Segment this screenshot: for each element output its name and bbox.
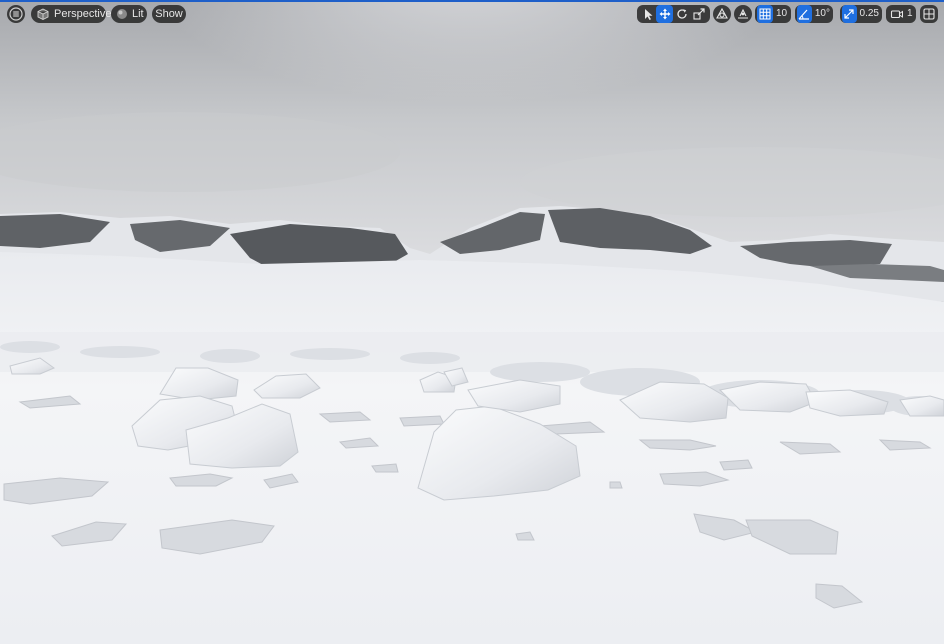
surface-snap-icon [736, 7, 750, 21]
translate-move-icon [658, 7, 672, 21]
rotate-icon [675, 7, 689, 21]
viewport-options-button[interactable] [7, 5, 25, 23]
scale-snap-toggle[interactable] [842, 5, 857, 23]
viewport-layout-button[interactable] [920, 5, 938, 23]
coordinate-space-toggle[interactable] [713, 5, 731, 23]
scale-tool-button[interactable] [690, 5, 707, 23]
hamburger-menu-icon [9, 7, 23, 21]
camera-speed-icon [890, 7, 904, 21]
viewport-toolbar: Perspective Lit Show 10 10° 0.25 1 [0, 5, 944, 25]
select-cursor-icon [641, 7, 655, 21]
transform-tools-group [637, 5, 710, 23]
rotation-snap-control[interactable]: 10° [795, 5, 833, 23]
grid-snap-control[interactable]: 10 [755, 5, 791, 23]
viewport-layout-icon [922, 7, 936, 21]
camera-speed-value: 1 [907, 8, 913, 19]
level-viewport[interactable]: Perspective Lit Show 10 10° 0.25 1 [0, 0, 944, 644]
scale-icon [692, 7, 706, 21]
rotate-tool-button[interactable] [673, 5, 690, 23]
scale-snap-icon [842, 7, 856, 21]
world-space-icon [715, 7, 729, 21]
surface-snapping-toggle[interactable] [734, 5, 752, 23]
lit-sphere-icon [115, 7, 129, 21]
view-mode-dropdown[interactable]: Perspective [31, 5, 111, 23]
show-flags-dropdown[interactable]: Show [152, 5, 186, 23]
rotation-snap-toggle[interactable] [797, 5, 812, 23]
camera-speed-control[interactable]: 1 [886, 5, 916, 23]
lighting-mode-label: Lit [132, 8, 144, 20]
lighting-mode-dropdown[interactable]: Lit [111, 5, 147, 23]
grid-snap-value[interactable]: 10 [773, 5, 790, 23]
scale-snap-value[interactable]: 0.25 [857, 5, 882, 23]
scale-snap-control[interactable]: 0.25 [840, 5, 882, 23]
grid-snap-toggle[interactable] [757, 5, 773, 23]
angle-snap-icon [797, 7, 811, 21]
select-tool-button[interactable] [639, 5, 656, 23]
view-mode-label: Perspective [54, 8, 112, 20]
rotation-snap-value[interactable]: 10° [812, 5, 833, 23]
show-label: Show [155, 8, 183, 20]
grid-snap-icon [758, 7, 772, 21]
perspective-cube-icon [36, 7, 50, 21]
translate-tool-button[interactable] [656, 5, 673, 23]
scene-render[interactable] [0, 2, 944, 644]
